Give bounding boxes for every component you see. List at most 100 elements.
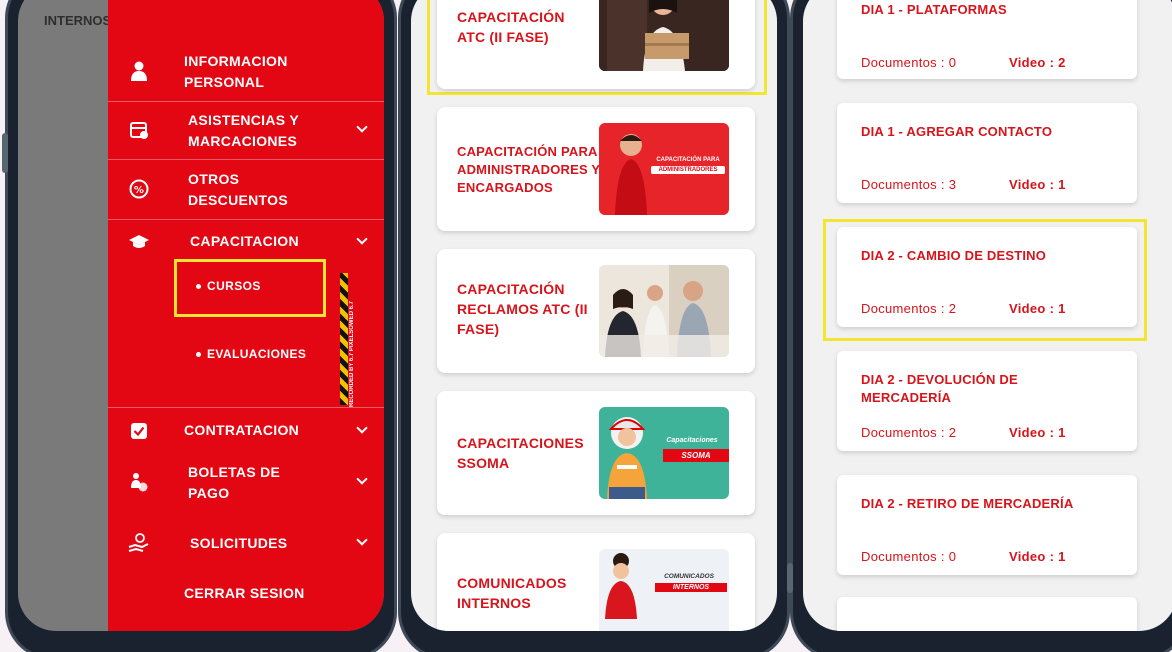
course-title: ENCARGADOS xyxy=(457,180,553,195)
course-card[interactable]: CAPACITACIONES SSOMA Capacitaciones SSOM… xyxy=(437,391,755,515)
documents-count: Documentos : 3 xyxy=(861,177,957,192)
thumbnail-caption: SSOMA xyxy=(663,449,729,462)
course-title: ATC (II FASE) xyxy=(457,29,549,45)
menu-item-contratacion[interactable]: CONTRATACION xyxy=(108,411,384,451)
course-card[interactable]: CAPACITACIÓN RECLAMOS ATC (II FASE) xyxy=(437,249,755,373)
video-count: Video : 1 xyxy=(1009,301,1066,316)
documents-count: Documentos : 2 xyxy=(861,301,957,316)
course-title: FASE) xyxy=(457,321,500,337)
course-card[interactable]: COMUNICADOS INTERNOS COMUNICADOS INTERNO… xyxy=(437,533,755,631)
hand-request-icon xyxy=(128,532,150,554)
course-title: CAPACITACIÓN PARA xyxy=(457,144,598,159)
course-title: CAPACITACIONES xyxy=(457,435,584,451)
calendar-clock-icon xyxy=(128,119,150,141)
course-thumbnail: Capacitaciones SSOMA xyxy=(599,407,729,499)
submenu-item-cursos[interactable]: CURSOS xyxy=(196,279,261,293)
chevron-down-icon xyxy=(356,121,368,133)
phone-frame-courses: CAPACITACIÓN ATC (II FASE) CAPACITACIÓN … xyxy=(398,0,790,652)
menu-item-boletas-de-pago[interactable]: BOLETAS DE PAGO xyxy=(108,459,384,505)
video-count: Video : 1 xyxy=(1009,549,1066,564)
divider xyxy=(108,101,384,102)
thumbnail-caption: COMUNICADOS xyxy=(664,573,714,580)
menu-label: SOLICITUDES xyxy=(190,535,288,551)
chevron-down-icon xyxy=(356,473,368,485)
recording-stripes xyxy=(340,273,348,405)
thumbnail-caption: ADMINISTRADORES xyxy=(651,166,725,174)
lesson-title: MERCADERÍA xyxy=(861,390,952,405)
lesson-card[interactable]: DIA 2 - RETIRO DE MERCADERÍA Documentos … xyxy=(837,475,1137,575)
video-count: Video : 2 xyxy=(1009,55,1066,70)
checkbox-icon xyxy=(128,420,150,442)
chevron-down-icon xyxy=(356,233,368,245)
side-drawer: INFORMACION PERSONAL ASISTENCIAS Y MARCA… xyxy=(108,0,384,631)
course-thumbnail: CAPACITACIÓN PARA ADMINISTRADORES xyxy=(599,123,729,215)
phone-frame-menu: INTERNOS INFORMACION PERSONAL ASISTENCIA… xyxy=(2,0,397,652)
percent-icon: % xyxy=(128,178,150,200)
lesson-card[interactable]: DIA 2 - DEVOLUCIÓN DE MERCADERÍA Documen… xyxy=(837,351,1137,451)
submenu-label: EVALUACIONES xyxy=(207,347,307,361)
menu-screen: INTERNOS INFORMACION PERSONAL ASISTENCIA… xyxy=(18,0,384,631)
chevron-down-icon xyxy=(356,534,368,546)
course-title: INTERNOS xyxy=(457,595,531,611)
graduation-cap-icon xyxy=(128,231,150,253)
video-count: Video : 1 xyxy=(1009,425,1066,440)
course-card[interactable]: CAPACITACIÓN ATC (II FASE) xyxy=(437,0,755,89)
chevron-down-icon xyxy=(356,422,368,434)
lesson-title: DIA 1 - AGREGAR CONTACTO xyxy=(861,124,1053,139)
watermark: RECORDED BY 6.7 PIXELSOWED 6.7 xyxy=(349,301,355,407)
phone-side-button xyxy=(2,133,8,173)
lesson-title: DIA 2 - RETIRO DE MERCADERÍA xyxy=(861,496,1074,511)
course-thumbnail: COMUNICADOS INTERNOS xyxy=(599,549,729,631)
thumbnail-caption: CAPACITACIÓN PARA xyxy=(656,157,720,163)
course-thumbnail xyxy=(599,265,729,357)
thumbnail-caption: Capacitaciones xyxy=(666,437,718,444)
course-title: CAPACITACIÓN xyxy=(457,281,565,297)
divider xyxy=(108,407,384,408)
divider xyxy=(108,219,384,220)
menu-label: ASISTENCIAS Y xyxy=(188,112,299,128)
documents-count: Documentos : 2 xyxy=(861,425,957,440)
menu-label: CERRAR SESION xyxy=(184,585,305,601)
thumbnail-caption: INTERNOS xyxy=(655,583,727,592)
lesson-title: DIA 1 - PLATAFORMAS xyxy=(861,2,1007,17)
lessons-screen: DIA 1 - PLATAFORMAS Documentos : 0 Video… xyxy=(803,0,1172,631)
menu-label: MARCACIONES xyxy=(188,133,298,149)
background-label: INTERNOS xyxy=(44,13,112,28)
lesson-card[interactable] xyxy=(837,597,1137,631)
lesson-title: DIA 2 - DEVOLUCIÓN DE xyxy=(861,372,1018,387)
course-card[interactable]: CAPACITACIÓN PARA ADMINISTRADORES Y ENCA… xyxy=(437,107,755,231)
menu-item-solicitudes[interactable]: SOLICITUDES xyxy=(108,525,384,561)
course-title: CAPACITACIÓN xyxy=(457,9,565,25)
menu-label: CAPACITACION xyxy=(190,233,299,249)
lesson-card[interactable]: DIA 1 - PLATAFORMAS Documentos : 0 Video… xyxy=(837,0,1137,79)
bullet-icon xyxy=(196,284,201,290)
menu-label: BOLETAS DE xyxy=(188,464,281,480)
logout-button[interactable]: CERRAR SESION xyxy=(108,579,384,609)
menu-label: OTROS xyxy=(188,171,240,187)
phone-side-button xyxy=(787,563,793,593)
menu-item-informacion-personal[interactable]: INFORMACION PERSONAL xyxy=(108,49,384,93)
menu-label: PAGO xyxy=(188,485,230,501)
phone-frame-lessons: DIA 1 - PLATAFORMAS Documentos : 0 Video… xyxy=(787,0,1172,652)
submenu-item-evaluaciones[interactable]: EVALUACIONES xyxy=(196,347,306,361)
video-count: Video : 1 xyxy=(1009,177,1066,192)
lesson-card[interactable]: DIA 1 - AGREGAR CONTACTO Documentos : 3 … xyxy=(837,103,1137,203)
course-title: SSOMA xyxy=(457,455,510,471)
menu-label: PERSONAL xyxy=(184,74,265,90)
courses-screen: CAPACITACIÓN ATC (II FASE) CAPACITACIÓN … xyxy=(411,0,777,631)
documents-count: Documentos : 0 xyxy=(861,55,957,70)
menu-label: INFORMACION xyxy=(184,53,288,69)
lesson-title: DIA 2 - CAMBIO DE DESTINO xyxy=(861,248,1047,263)
divider xyxy=(108,159,384,160)
documents-count: Documentos : 0 xyxy=(861,549,957,564)
menu-label: CONTRATACION xyxy=(184,422,300,438)
menu-item-otros-descuentos[interactable]: % OTROS DESCUENTOS xyxy=(108,167,384,211)
payroll-icon xyxy=(128,471,150,493)
course-thumbnail xyxy=(599,0,729,71)
svg-text:%: % xyxy=(134,185,144,196)
course-title: ADMINISTRADORES Y xyxy=(457,162,601,177)
person-icon xyxy=(128,60,150,82)
lesson-card[interactable]: DIA 2 - CAMBIO DE DESTINO Documentos : 2… xyxy=(837,227,1137,327)
menu-item-capacitacion[interactable]: CAPACITACION xyxy=(108,227,384,257)
menu-item-asistencias[interactable]: ASISTENCIAS Y MARCACIONES xyxy=(108,107,384,153)
